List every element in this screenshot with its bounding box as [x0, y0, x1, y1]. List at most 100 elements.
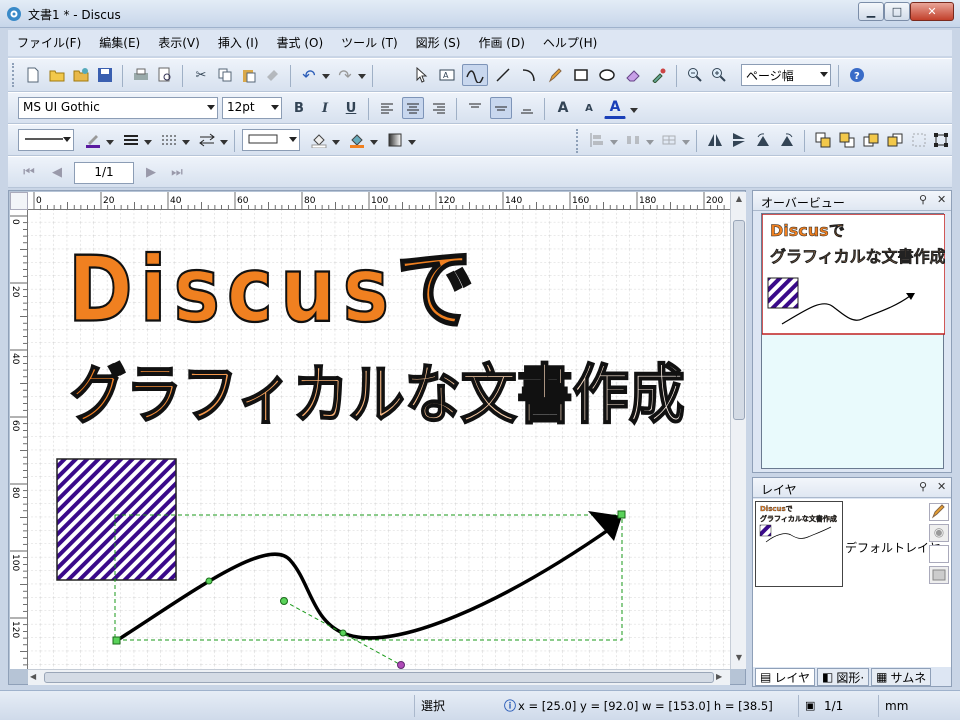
- minimize-button[interactable]: ▁: [858, 2, 884, 21]
- menu-shape[interactable]: 図形 (S): [407, 30, 470, 56]
- control-point[interactable]: [205, 577, 213, 585]
- group-dropdown-icon[interactable]: [682, 140, 690, 145]
- arrow-style-dropdown-icon[interactable]: [220, 140, 228, 145]
- arrow-style-icon[interactable]: [196, 129, 218, 151]
- menu-draw[interactable]: 作画 (D): [469, 30, 533, 56]
- menu-format[interactable]: 書式 (O): [268, 30, 333, 56]
- send-to-back-icon[interactable]: [836, 129, 858, 151]
- save-icon[interactable]: [94, 64, 116, 86]
- document-page[interactable]: Discusで グラフィカルな文書作成: [28, 210, 730, 669]
- menu-insert[interactable]: 挿入 (I): [209, 30, 268, 56]
- document-title-line1[interactable]: Discusで: [67, 236, 481, 343]
- align-objects-icon[interactable]: [586, 129, 608, 151]
- send-backward-icon[interactable]: [884, 129, 906, 151]
- format-painter-icon[interactable]: [262, 64, 284, 86]
- edit-layer-icon[interactable]: [929, 503, 949, 521]
- menu-file[interactable]: ファイル(F): [8, 30, 90, 56]
- scroll-right-icon[interactable]: ▶: [716, 672, 728, 684]
- zoom-in-icon[interactable]: [708, 64, 730, 86]
- flip-vertical-icon[interactable]: [728, 129, 750, 151]
- arc-icon[interactable]: [518, 64, 540, 86]
- fill-pattern-dropdown-icon[interactable]: [370, 140, 378, 145]
- copy-icon[interactable]: [214, 64, 236, 86]
- help-icon[interactable]: ?: [846, 64, 868, 86]
- distribute-dropdown-icon[interactable]: [646, 140, 654, 145]
- font-name-select[interactable]: MS UI Gothic: [18, 97, 218, 119]
- menu-tools[interactable]: ツール (T): [332, 30, 407, 56]
- shadow-style-select[interactable]: [242, 129, 300, 151]
- align-center-icon[interactable]: [402, 97, 424, 119]
- line-weight-dropdown-icon[interactable]: [144, 140, 152, 145]
- vertical-scroll-thumb[interactable]: [733, 220, 745, 420]
- selection-handle[interactable]: [112, 636, 121, 645]
- print-icon[interactable]: [130, 64, 152, 86]
- dash-style-icon[interactable]: [158, 129, 180, 151]
- toolbar-grip[interactable]: [12, 63, 15, 87]
- visibility-eye-icon[interactable]: ◉: [929, 524, 949, 542]
- vertical-scrollbar[interactable]: ▲ ▼: [730, 192, 746, 669]
- horizontal-scroll-thumb[interactable]: [44, 672, 714, 683]
- bring-forward-icon[interactable]: [860, 129, 882, 151]
- align-right-icon[interactable]: [428, 97, 450, 119]
- redo-dropdown-icon[interactable]: [358, 74, 366, 79]
- prev-page-icon[interactable]: ◀: [46, 161, 68, 183]
- hatched-rectangle[interactable]: [56, 458, 177, 581]
- flip-horizontal-icon[interactable]: [704, 129, 726, 151]
- ellipse-icon[interactable]: [596, 64, 618, 86]
- tab-layers[interactable]: ▤ レイヤ: [755, 668, 815, 686]
- dash-style-dropdown-icon[interactable]: [182, 140, 190, 145]
- redo-icon[interactable]: ↷: [334, 64, 356, 86]
- gradient-dropdown-icon[interactable]: [408, 140, 416, 145]
- zoom-out-icon[interactable]: [684, 64, 706, 86]
- scroll-down-icon[interactable]: ▼: [733, 653, 745, 665]
- new-document-icon[interactable]: [22, 64, 44, 86]
- grow-font-button[interactable]: A: [552, 97, 574, 119]
- close-button[interactable]: ✕: [910, 2, 954, 21]
- freehand-curve-icon[interactable]: [462, 64, 488, 86]
- fill-pattern-icon[interactable]: [346, 129, 368, 151]
- line-color-dropdown-icon[interactable]: [106, 140, 114, 145]
- layer-name[interactable]: デフォルトレイヤ: [845, 539, 941, 556]
- undo-dropdown-icon[interactable]: [322, 74, 330, 79]
- zoom-select[interactable]: ページ幅: [741, 64, 831, 86]
- maximize-button[interactable]: □: [884, 2, 910, 21]
- overview-viewport[interactable]: Discusで グラフィカルな文書作成: [761, 213, 946, 469]
- group-icon[interactable]: [658, 129, 680, 151]
- scroll-up-icon[interactable]: ▲: [733, 194, 745, 206]
- lock-layer-icon[interactable]: [929, 566, 949, 584]
- open-folder-icon[interactable]: [46, 64, 68, 86]
- line-icon[interactable]: [492, 64, 514, 86]
- select-all-objects-icon[interactable]: [930, 129, 952, 151]
- align-left-icon[interactable]: [376, 97, 398, 119]
- valign-middle-icon[interactable]: [490, 97, 512, 119]
- distribute-icon[interactable]: [622, 129, 644, 151]
- rotate-right-icon[interactable]: [776, 129, 798, 151]
- next-page-icon[interactable]: ▶: [140, 161, 162, 183]
- drawing-canvas[interactable]: Discusで グラフィカルな文書作成: [28, 210, 730, 669]
- close-panel-icon[interactable]: ✕: [937, 193, 946, 206]
- fill-color-icon[interactable]: [308, 129, 330, 151]
- layer-thumbnail[interactable]: Discusで グラフィカルな文書作成: [755, 501, 843, 587]
- font-color-dropdown-icon[interactable]: [630, 108, 638, 113]
- close-panel-icon[interactable]: ✕: [937, 480, 946, 493]
- document-title-line2[interactable]: グラフィカルな文書作成: [69, 357, 686, 434]
- bring-to-front-icon[interactable]: [812, 129, 834, 151]
- underline-button[interactable]: U: [340, 97, 362, 119]
- print-preview-icon[interactable]: [154, 64, 176, 86]
- select-pointer-icon[interactable]: [410, 64, 432, 86]
- rotate-left-icon[interactable]: [752, 129, 774, 151]
- paste-icon[interactable]: [238, 64, 260, 86]
- valign-top-icon[interactable]: [464, 97, 486, 119]
- align-objects-dropdown-icon[interactable]: [610, 140, 618, 145]
- gradient-icon[interactable]: [384, 129, 406, 151]
- toolbar-grip[interactable]: [576, 129, 579, 153]
- last-page-icon[interactable]: ⏭: [166, 161, 188, 183]
- pin-icon[interactable]: ⚲: [919, 480, 927, 493]
- shrink-font-button[interactable]: A: [578, 97, 600, 119]
- bold-button[interactable]: B: [288, 97, 310, 119]
- first-page-icon[interactable]: ⏮: [18, 161, 40, 183]
- menu-edit[interactable]: 編集(E): [90, 30, 149, 56]
- page-number-field[interactable]: 1/1: [74, 162, 134, 184]
- italic-button[interactable]: I: [314, 97, 336, 119]
- tab-shapes[interactable]: ◧ 図形·: [816, 668, 870, 686]
